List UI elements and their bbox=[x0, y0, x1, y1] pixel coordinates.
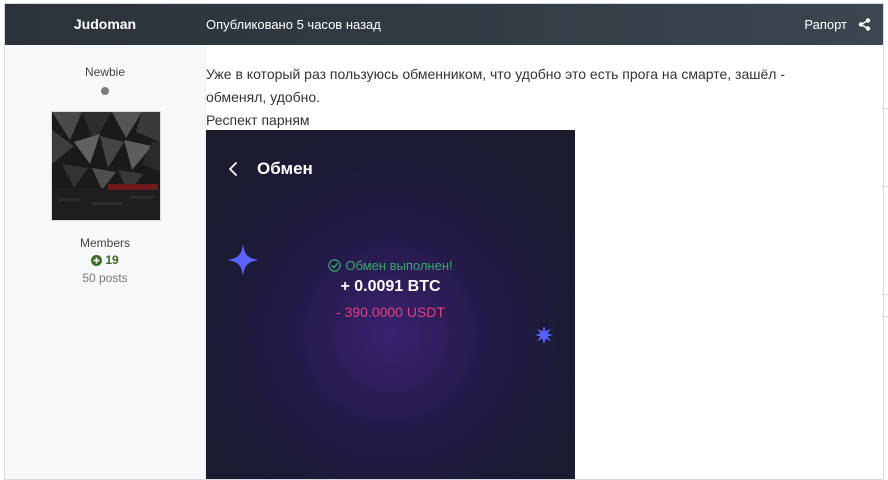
divider bbox=[882, 186, 888, 187]
published-time[interactable]: Опубликовано 5 часов назад bbox=[206, 4, 381, 45]
received-amount: + 0.0091 BTC bbox=[340, 278, 441, 295]
sparkle-icon bbox=[535, 326, 553, 344]
author-name-link[interactable]: Judoman bbox=[5, 4, 205, 45]
post-header: Judoman Опубликовано 5 часов назад Рапор… bbox=[5, 4, 883, 45]
avatar-image bbox=[52, 112, 160, 220]
post-count: 50 posts bbox=[82, 271, 128, 285]
forum-post: Judoman Опубликовано 5 часов назад Рапор… bbox=[4, 3, 884, 480]
post-text-line: Респект парням bbox=[206, 112, 310, 128]
author-panel: Newbie Members 19 50 posts bbox=[5, 45, 206, 479]
offline-status-icon bbox=[101, 87, 109, 95]
plus-circle-icon bbox=[91, 255, 103, 266]
exchange-success-text: Обмен выполнен! bbox=[345, 258, 453, 273]
divider bbox=[882, 316, 888, 317]
avatar[interactable] bbox=[51, 111, 161, 221]
divider bbox=[882, 108, 888, 109]
spent-amount: - 390.0000 USDT bbox=[336, 304, 445, 320]
report-button[interactable]: Рапорт bbox=[804, 4, 847, 45]
check-circle-icon bbox=[328, 259, 342, 272]
exchange-success-status: Обмен выполнен! bbox=[206, 258, 575, 273]
attached-screenshot[interactable]: Обмен Обмен выполнен! + 0.0091 BTC - 390… bbox=[206, 130, 575, 479]
reputation-badge[interactable]: 19 bbox=[5, 253, 205, 267]
divider bbox=[882, 294, 888, 295]
member-group: Members bbox=[79, 236, 130, 250]
page-edge bbox=[882, 0, 888, 478]
share-icon[interactable] bbox=[858, 18, 871, 31]
reputation-count: 19 bbox=[105, 253, 119, 267]
back-chevron-icon bbox=[229, 162, 237, 176]
post-text-line: обменял, удобно. bbox=[206, 89, 321, 105]
screen-title: Обмен bbox=[257, 159, 313, 178]
member-rank: Newbie bbox=[84, 65, 126, 79]
post-content: Уже в который раз пользуюсь обменником, … bbox=[206, 63, 846, 132]
post-text-line: Уже в который раз пользуюсь обменником, … bbox=[206, 66, 785, 82]
